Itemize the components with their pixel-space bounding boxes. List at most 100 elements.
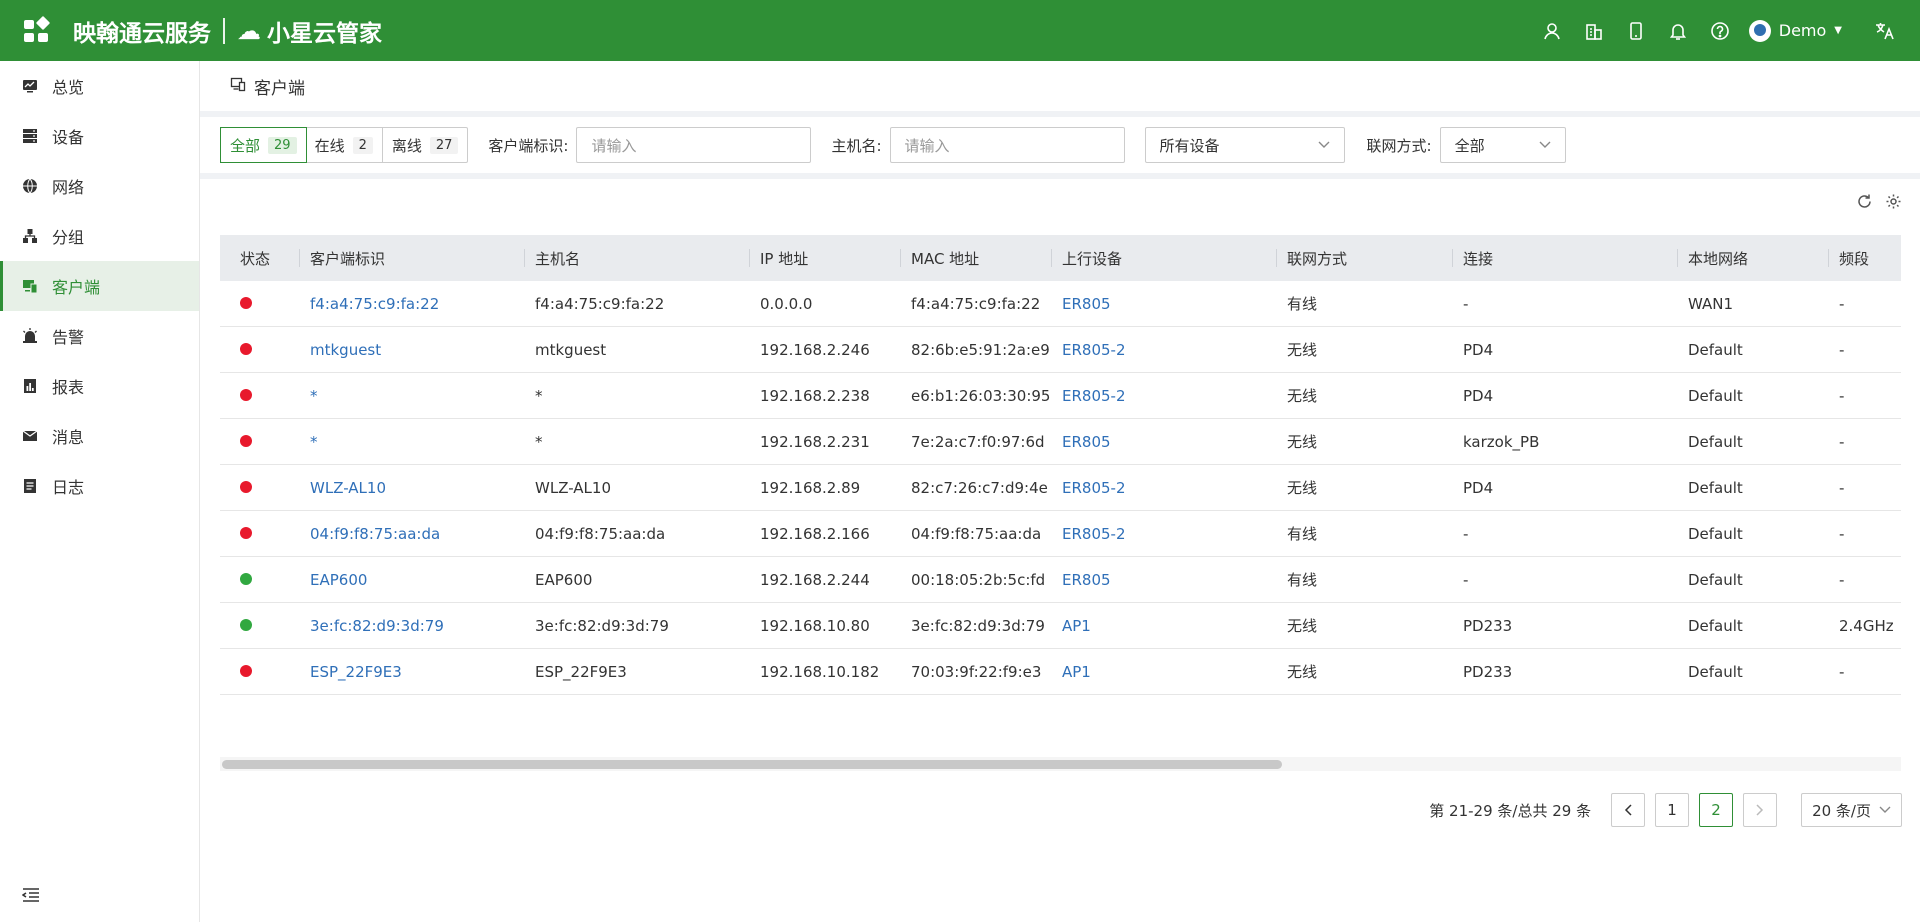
status-cell (220, 433, 300, 451)
pagination: 第 21-29 条/总共 29 条 1 2 20 条/页 (1429, 793, 1902, 827)
cell-conn: PD233 (1463, 616, 1513, 635)
sidebar-item-network[interactable]: 网络 (0, 161, 199, 211)
sidebar-item-groups[interactable]: 分组 (0, 211, 199, 261)
cell-id[interactable]: * (300, 433, 525, 451)
cell-mode: 无线 (1287, 479, 1318, 497)
refresh-icon[interactable] (1856, 193, 1873, 215)
sidebar-item-logs[interactable]: 日志 (0, 461, 199, 511)
bell-icon[interactable] (1657, 10, 1699, 52)
page-button-1[interactable]: 1 (1655, 793, 1690, 827)
net-mode-select-value: 全部 (1454, 136, 1485, 155)
table-header: 状态 客户端标识 主机名 IP 地址 MAC 地址 上行设备 联网方式 连接 本地网络 频段 (220, 235, 1901, 281)
cell-uplink[interactable]: ER805 (1052, 571, 1277, 589)
settings-gear-icon[interactable] (1885, 193, 1902, 215)
user-account-icon[interactable] (1531, 10, 1573, 52)
table-row[interactable]: ESP_22F9E3 ESP_22F9E3 192.168.10.182 70:03:… (220, 649, 1901, 695)
sidebar-item-label: 客户端 (52, 278, 101, 297)
clients-table: 状态 客户端标识 主机名 IP 地址 MAC 地址 上行设备 联网方式 连接 本地网络 频段 f4… (220, 235, 1901, 712)
table-row[interactable]: 3e:fc:82:d9:3d:79 3e:fc:82:d9:3d:79 192.16… (220, 603, 1901, 649)
client-id-input[interactable]: 请输入 (576, 127, 812, 163)
page-size-value: 20 条/页 (1812, 801, 1871, 820)
brand-logo[interactable]: 映翰通云服务 ☁ 小星云管家 (73, 15, 382, 47)
cell-uplink[interactable]: ER805 (1052, 295, 1277, 313)
cell-id[interactable]: * (300, 387, 525, 405)
mobile-phone-icon[interactable] (1615, 10, 1657, 52)
page-size-select[interactable]: 20 条/页 (1801, 793, 1902, 827)
sidebar-item-overview[interactable]: 总览 (0, 61, 199, 111)
cell-uplink[interactable]: ER805-2 (1052, 479, 1277, 497)
status-dot-icon (240, 388, 252, 401)
cell-ip: 192.168.2.244 (760, 570, 870, 589)
cell-id[interactable]: f4:a4:75:c9:fa:22 (300, 295, 525, 313)
status-dot-icon (240, 664, 252, 677)
device-select[interactable]: 所有设备 (1144, 127, 1345, 163)
cell-ip: 192.168.10.80 (760, 616, 870, 635)
prev-page-button[interactable] (1611, 793, 1646, 827)
sidebar-item-alarms[interactable]: 告警 (0, 311, 199, 361)
page-button-2[interactable]: 2 (1699, 793, 1734, 827)
sidebar-item-reports[interactable]: 报表 (0, 361, 199, 411)
report-icon (22, 378, 38, 394)
sidebar-item-devices[interactable]: 设备 (0, 111, 199, 161)
table-row[interactable]: * * 192.168.2.231 7e:2a:c7:f0:97:6d ER805 无线 k… (220, 419, 1901, 465)
cell-uplink[interactable]: ER805-2 (1052, 387, 1277, 405)
status-tab-online[interactable]: 在线 2 (306, 128, 383, 162)
status-cell (220, 295, 300, 313)
status-tab-label: 在线 (314, 136, 345, 155)
sidebar-item-label: 网络 (52, 178, 85, 197)
cell-conn: - (1463, 294, 1469, 313)
table-row[interactable]: EAP600 EAP600 192.168.2.244 00:18:05:2b:5c:… (220, 557, 1901, 603)
cell-uplink[interactable]: ER805-2 (1052, 341, 1277, 359)
cell-lan: Default (1688, 570, 1743, 589)
status-tab-count: 2 (352, 136, 373, 154)
cell-id[interactable]: 04:f9:f8:75:aa:da (300, 525, 525, 543)
sidebar-item-label: 消息 (52, 428, 85, 447)
cell-host: EAP600 (535, 570, 593, 589)
cell-mac: 7e:2a:c7:f0:97:6d (911, 432, 1045, 451)
cell-id[interactable]: 3e:fc:82:d9:3d:79 (300, 617, 525, 635)
top-header: 映翰通云服务 ☁ 小星云管家 Demo ▼ (0, 0, 1920, 61)
collapse-sidebar-icon[interactable] (21, 887, 40, 908)
cell-id[interactable]: EAP600 (300, 571, 525, 589)
net-mode-select[interactable]: 全部 (1439, 127, 1566, 163)
table-row[interactable]: * * 192.168.2.238 e6:b1:26:03:30:95 ER805-2 无… (220, 373, 1901, 419)
cell-mac: 04:f9:f8:75:aa:da (911, 524, 1042, 543)
sidebar-item-messages[interactable]: 消息 (0, 411, 199, 461)
hostname-input[interactable]: 请输入 (889, 127, 1125, 163)
status-tabs: 全部 29 在线 2 离线 27 (220, 127, 469, 163)
organization-icon[interactable] (1573, 10, 1615, 52)
table-row[interactable]: 04:f9:f8:75:aa:da 04:f9:f8:75:aa:da 192.16… (220, 511, 1901, 557)
cell-id[interactable]: ESP_22F9E3 (300, 663, 525, 681)
next-page-button[interactable] (1743, 793, 1778, 827)
apps-grid-icon[interactable] (24, 15, 51, 42)
scrollbar-thumb[interactable] (222, 760, 1282, 769)
cell-id[interactable]: mtkguest (300, 341, 525, 359)
status-tab-all[interactable]: 全部 29 (220, 127, 307, 163)
status-dot-icon (240, 618, 252, 631)
table-row[interactable]: mtkguest mtkguest 192.168.2.246 82:6b:e5:91… (220, 327, 1901, 373)
cell-ip: 192.168.2.231 (760, 432, 870, 451)
status-dot-icon (240, 526, 252, 539)
log-icon (22, 478, 38, 494)
status-cell (220, 663, 300, 681)
cell-mac: f4:a4:75:c9:fa:22 (911, 294, 1041, 313)
column-header: IP 地址 (750, 235, 901, 281)
status-cell (220, 617, 300, 635)
help-icon[interactable] (1699, 10, 1741, 52)
cell-band: - (1839, 570, 1845, 589)
status-tab-offline[interactable]: 离线 27 (383, 128, 468, 162)
user-menu[interactable]: Demo ▼ (1748, 19, 1842, 42)
alarm-icon (22, 328, 38, 344)
horizontal-scrollbar[interactable] (220, 757, 1901, 771)
cell-conn: PD4 (1463, 386, 1494, 405)
sidebar-item-clients[interactable]: 客户端 (0, 261, 199, 311)
cell-band: 2.4GHz (1839, 616, 1894, 635)
table-row[interactable]: f4:a4:75:c9:fa:22 f4:a4:75:c9:fa:22 0.0.0.… (220, 281, 1901, 327)
language-icon[interactable] (1864, 10, 1906, 52)
cell-uplink[interactable]: AP1 (1052, 663, 1277, 681)
table-row[interactable]: WLZ-AL10 WLZ-AL10 192.168.2.89 82:c7:26:c7:… (220, 465, 1901, 511)
cell-id[interactable]: WLZ-AL10 (300, 479, 525, 497)
cell-uplink[interactable]: AP1 (1052, 617, 1277, 635)
cell-uplink[interactable]: ER805-2 (1052, 525, 1277, 543)
cell-uplink[interactable]: ER805 (1052, 433, 1277, 451)
